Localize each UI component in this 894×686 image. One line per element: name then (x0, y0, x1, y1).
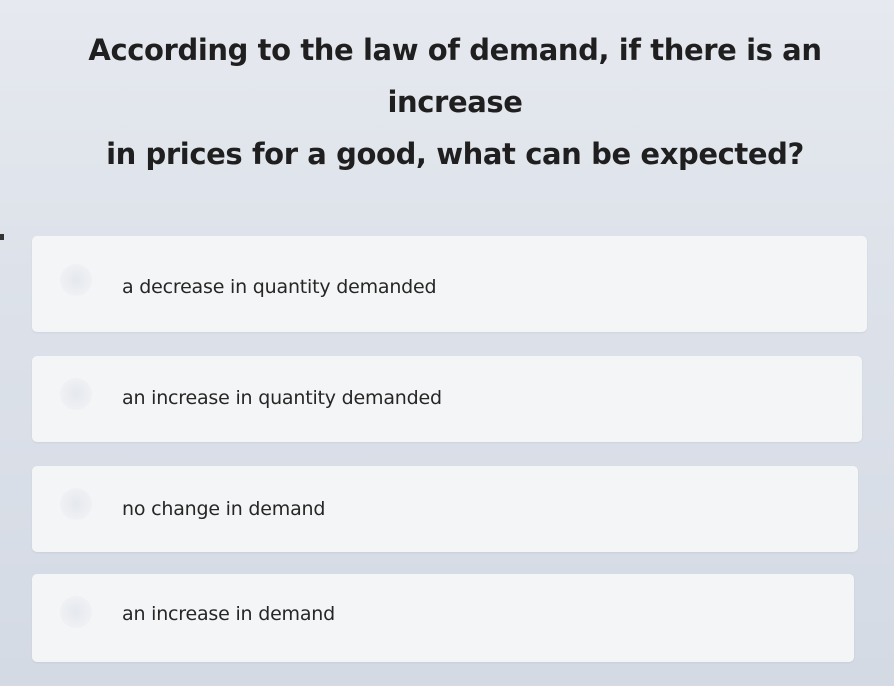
radio-circle-icon[interactable] (60, 488, 92, 520)
radio-circle-icon[interactable] (60, 596, 92, 628)
answer-option-3[interactable]: no change in demand (32, 466, 858, 552)
answer-label: no change in demand (122, 498, 326, 520)
answer-label: an increase in demand (122, 603, 336, 625)
answer-option-1[interactable]: a decrease in quantity demanded (32, 236, 867, 332)
radio-circle-icon[interactable] (60, 378, 92, 410)
answer-option-2[interactable]: an increase in quantity demanded (32, 356, 862, 442)
answer-list: a decrease in quantity demanded an incre… (0, 0, 894, 686)
radio-circle-icon[interactable] (60, 264, 92, 296)
quiz-card: According to the law of demand, if there… (0, 0, 894, 686)
answer-option-4[interactable]: an increase in demand (32, 574, 854, 662)
answer-label: an increase in quantity demanded (122, 387, 442, 409)
answer-label: a decrease in quantity demanded (122, 276, 437, 298)
